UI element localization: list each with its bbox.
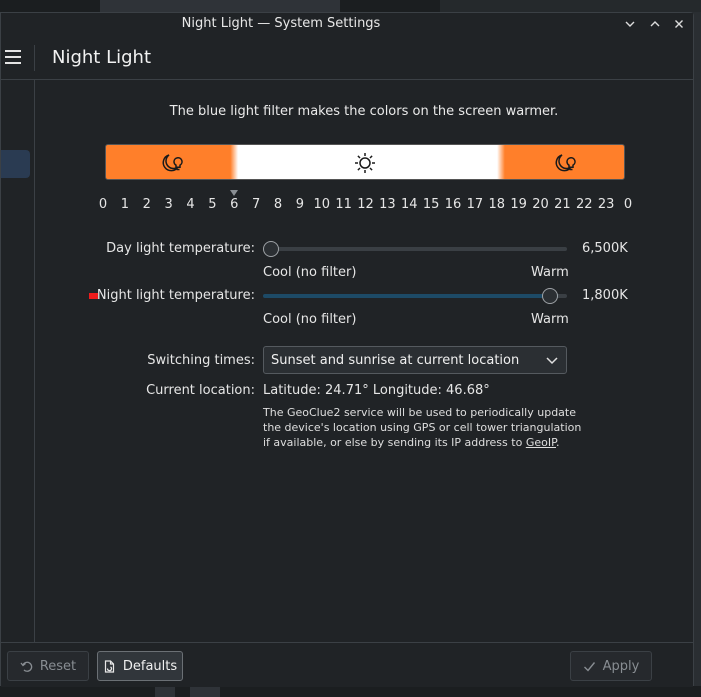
hour-tick: 0 bbox=[623, 197, 633, 212]
current-location-value: Latitude: 24.71° Longitude: 46.68° bbox=[263, 383, 490, 398]
undo-icon bbox=[20, 661, 33, 672]
hamburger-icon bbox=[5, 50, 21, 52]
hour-tick: 6 bbox=[230, 197, 239, 212]
apply-button[interactable]: Apply bbox=[570, 651, 652, 681]
chevron-down-icon bbox=[625, 21, 635, 27]
maximize-button[interactable] bbox=[646, 15, 664, 33]
hour-ticks: 0 1 2 3 4 5 6 7 8 9 10 11 12 13 14 15 16 17 18 19 20 21 22 23 0 bbox=[93, 197, 643, 213]
reset-button[interactable]: Reset bbox=[7, 651, 89, 681]
defaults-button[interactable]: Defaults bbox=[97, 651, 183, 681]
hour-tick: 2 bbox=[142, 197, 151, 212]
document-defaults-icon bbox=[104, 659, 114, 673]
hour-tick: 5 bbox=[208, 197, 217, 212]
night-bulb-icon bbox=[162, 154, 183, 172]
hour-tick: 17 bbox=[466, 197, 484, 212]
day-temp-slider-handle[interactable] bbox=[263, 241, 279, 257]
night-temp-slider-handle[interactable] bbox=[542, 288, 559, 304]
day-temp-label: Day light temperature: bbox=[106, 241, 255, 256]
day-cool-label: Cool (no filter) bbox=[263, 265, 357, 280]
close-button[interactable] bbox=[670, 15, 688, 33]
menu-button[interactable] bbox=[3, 47, 23, 67]
hour-tick: 19 bbox=[510, 197, 527, 212]
hour-tick: 9 bbox=[295, 197, 305, 212]
hour-tick: 4 bbox=[186, 197, 195, 212]
close-icon bbox=[675, 20, 683, 28]
description-text: The blue light filter makes the colors o… bbox=[169, 104, 559, 119]
day-night-timeline bbox=[105, 144, 625, 180]
night-cool-label: Cool (no filter) bbox=[263, 312, 357, 327]
night-warm-label: Warm bbox=[531, 312, 569, 327]
hour-tick: 15 bbox=[422, 197, 440, 212]
hour-tick: 3 bbox=[164, 197, 173, 212]
hour-tick: 23 bbox=[597, 197, 615, 212]
hour-tick: 12 bbox=[357, 197, 374, 212]
sidebar bbox=[1, 80, 35, 642]
hour-tick: 14 bbox=[400, 197, 418, 212]
switching-times-value: Sunset and sunrise at current location bbox=[271, 353, 520, 368]
hour-tick: 22 bbox=[575, 197, 593, 212]
hour-tick: 20 bbox=[532, 197, 549, 212]
switching-times-select[interactable]: Sunset and sunrise at current location bbox=[263, 346, 567, 374]
day-warm-label: Warm bbox=[531, 265, 569, 280]
day-temp-value: 6,500K bbox=[582, 241, 628, 256]
chevron-down-icon bbox=[546, 357, 558, 365]
night-temp-value: 1,800K bbox=[582, 288, 628, 303]
current-time-marker bbox=[230, 190, 239, 196]
hour-tick: 13 bbox=[379, 197, 396, 212]
hour-tick: 21 bbox=[554, 197, 571, 212]
settings-window: Night Light — System Settings Night Ligh… bbox=[0, 12, 694, 687]
night-temp-label: Night light temperature: bbox=[96, 288, 255, 303]
page-header: Night Light bbox=[1, 35, 693, 80]
desktop-bottom-strip bbox=[0, 686, 701, 697]
title-bar[interactable]: Night Light — System Settings bbox=[1, 13, 693, 35]
switching-times-label: Switching times: bbox=[147, 353, 255, 368]
hour-tick: 7 bbox=[251, 197, 261, 212]
current-location-label: Current location: bbox=[146, 383, 255, 398]
checkmark-icon bbox=[583, 661, 595, 672]
header-divider bbox=[34, 45, 35, 71]
day-temp-slider[interactable] bbox=[263, 247, 567, 251]
desktop-top-strip bbox=[0, 0, 701, 12]
sidebar-item-selected[interactable] bbox=[1, 150, 30, 178]
hour-tick: 16 bbox=[444, 197, 462, 212]
hour-tick: 8 bbox=[273, 197, 283, 212]
window-title: Night Light — System Settings bbox=[181, 16, 381, 31]
page-title: Night Light bbox=[52, 47, 151, 68]
location-note: The GeoClue2 service will be used to per… bbox=[263, 406, 582, 449]
hour-tick: 11 bbox=[335, 197, 352, 212]
minimize-button[interactable] bbox=[621, 15, 639, 33]
main-content: The blue light filter makes the colors o… bbox=[35, 80, 693, 642]
night-temp-slider[interactable] bbox=[263, 294, 567, 298]
geoip-link[interactable]: GeoIP bbox=[526, 436, 556, 449]
night-bulb-icon bbox=[555, 154, 576, 172]
hour-tick: 1 bbox=[120, 197, 130, 212]
hour-tick: 0 bbox=[98, 197, 108, 212]
sun-icon bbox=[355, 153, 375, 173]
hour-tick: 10 bbox=[313, 197, 331, 212]
footer-bar: Reset Defaults Apply bbox=[1, 642, 693, 687]
hour-tick: 18 bbox=[488, 197, 506, 212]
chevron-up-icon bbox=[650, 21, 660, 27]
